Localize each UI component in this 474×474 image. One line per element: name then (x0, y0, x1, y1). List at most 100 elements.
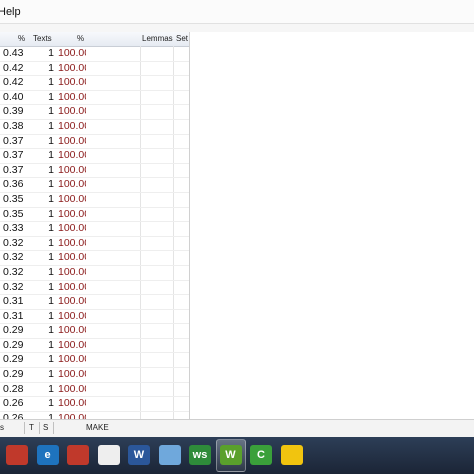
paint-icon[interactable] (280, 445, 303, 465)
cell-pct: 0.42 (3, 76, 24, 89)
table-row[interactable]: 0.43 1 100.00 (0, 47, 189, 62)
cell-pct2: 100.00 (58, 236, 86, 249)
cell-pct2: 100.00 (58, 411, 86, 419)
cell-texts: 1 (48, 397, 54, 410)
table-row[interactable]: 0.35 1 100.00 (0, 193, 189, 208)
table-row[interactable]: 0.42 1 100.00 (0, 62, 189, 77)
table-row[interactable]: 0.33 1 100.00 (0, 222, 189, 237)
cell-pct2: 100.00 (58, 178, 86, 191)
cell-pct: 0.35 (3, 192, 24, 205)
cell-pct2: 100.00 (58, 90, 86, 103)
cell-pct2: 100.00 (58, 192, 86, 205)
cell-pct: 0.35 (3, 207, 24, 220)
cell-pct: 0.29 (3, 338, 24, 351)
table-row[interactable]: 0.40 1 100.00 (0, 91, 189, 106)
table-row[interactable]: 0.37 1 100.00 (0, 164, 189, 179)
cell-pct2: 100.00 (58, 76, 86, 89)
cell-pct: 0.26 (3, 397, 24, 410)
cell-pct: 0.29 (3, 368, 24, 381)
header-pct2[interactable]: % (77, 34, 84, 43)
table-row[interactable]: 0.32 1 100.00 (0, 266, 189, 281)
cell-texts: 1 (48, 61, 54, 74)
table-row[interactable]: 0.29 1 100.00 (0, 324, 189, 339)
cell-texts: 1 (48, 76, 54, 89)
table-header: % Texts % Lemmas Set (0, 32, 189, 47)
table-row[interactable]: 0.31 1 100.00 (0, 295, 189, 310)
cell-pct: 0.32 (3, 236, 24, 249)
concord-c-icon[interactable]: C (250, 445, 272, 465)
table-row[interactable]: 0.42 1 100.00 (0, 76, 189, 91)
cell-texts: 1 (48, 119, 54, 132)
cell-pct2: 100.00 (58, 222, 86, 235)
notepad-icon[interactable] (158, 445, 181, 465)
header-lemmas[interactable]: Lemmas (142, 34, 173, 43)
status-left: s (0, 423, 4, 432)
cell-pct2: 100.00 (58, 119, 86, 132)
cell-texts: 1 (48, 105, 54, 118)
cell-pct2: 100.00 (58, 47, 86, 59)
cell-pct2: 100.00 (58, 163, 86, 176)
cell-texts: 1 (48, 338, 54, 351)
word-icon[interactable]: W (128, 445, 150, 465)
table-row[interactable]: 0.37 1 100.00 (0, 149, 189, 164)
cell-texts: 1 (48, 411, 54, 419)
cell-pct: 0.29 (3, 324, 24, 337)
status-separator (24, 422, 25, 434)
menu-bar: Help (0, 0, 474, 24)
cell-pct: 0.42 (3, 61, 24, 74)
cell-texts: 1 (48, 353, 54, 366)
cell-texts: 1 (48, 295, 54, 308)
table-row[interactable]: 0.32 1 100.00 (0, 281, 189, 296)
header-pct[interactable]: % (18, 34, 25, 43)
mail-icon[interactable] (97, 445, 120, 465)
cell-pct2: 100.00 (58, 397, 86, 410)
cell-pct2: 100.00 (58, 368, 86, 381)
cell-pct: 0.28 (3, 382, 24, 395)
cell-pct2: 100.00 (58, 265, 86, 278)
cell-pct: 0.36 (3, 178, 24, 191)
cell-pct2: 100.00 (58, 295, 86, 308)
table-row[interactable]: 0.38 1 100.00 (0, 120, 189, 135)
cell-pct: 0.31 (3, 309, 24, 322)
cell-pct: 0.37 (3, 134, 24, 147)
status-separator (39, 422, 40, 434)
wordsmith-ws-icon[interactable]: ws (189, 445, 211, 465)
wordsmith-w-icon[interactable]: W (219, 445, 242, 465)
tablet-app-icon[interactable] (67, 445, 89, 465)
cell-pct2: 100.00 (58, 353, 86, 366)
cell-texts: 1 (48, 178, 54, 191)
cell-pct: 0.32 (3, 265, 24, 278)
internet-explorer-icon[interactable]: e (36, 445, 59, 465)
table-row[interactable]: 0.37 1 100.00 (0, 135, 189, 150)
header-set[interactable]: Set (176, 34, 188, 43)
cell-texts: 1 (48, 47, 54, 59)
menu-help[interactable]: Help (0, 6, 21, 18)
cell-pct: 0.40 (3, 90, 24, 103)
table-row[interactable]: 0.39 1 100.00 (0, 105, 189, 120)
cell-pct2: 100.00 (58, 382, 86, 395)
table-row[interactable]: 0.29 1 100.00 (0, 353, 189, 369)
table-row[interactable]: 0.32 1 100.00 (0, 251, 189, 266)
cell-pct2: 100.00 (58, 280, 86, 293)
table-row[interactable]: 0.29 1 100.00 (0, 368, 189, 383)
cell-pct: 0.37 (3, 163, 24, 176)
cell-texts: 1 (48, 134, 54, 147)
cell-pct: 0.38 (3, 119, 24, 132)
status-s: S (43, 423, 49, 432)
table-row[interactable]: 0.29 1 100.00 (0, 339, 189, 354)
table-row[interactable]: 0.26 1 100.00 (0, 412, 189, 419)
cell-pct2: 100.00 (58, 61, 86, 74)
table-row[interactable]: 0.36 1 100.00 (0, 178, 189, 193)
table-row[interactable]: 0.32 1 100.00 (0, 237, 189, 252)
table-row[interactable]: 0.28 1 100.00 (0, 383, 189, 398)
header-texts[interactable]: Texts (33, 34, 52, 43)
table-row[interactable]: 0.31 1 100.00 (0, 310, 189, 325)
cell-texts: 1 (48, 265, 54, 278)
cell-pct: 0.32 (3, 280, 24, 293)
table-row[interactable]: 0.26 1 100.00 (0, 397, 189, 412)
status-bar: s T S MAKE (0, 419, 474, 437)
cell-texts: 1 (48, 90, 54, 103)
acrobat-icon[interactable] (6, 445, 28, 465)
cell-pct: 0.37 (3, 149, 24, 162)
table-row[interactable]: 0.35 1 100.00 (0, 208, 189, 223)
